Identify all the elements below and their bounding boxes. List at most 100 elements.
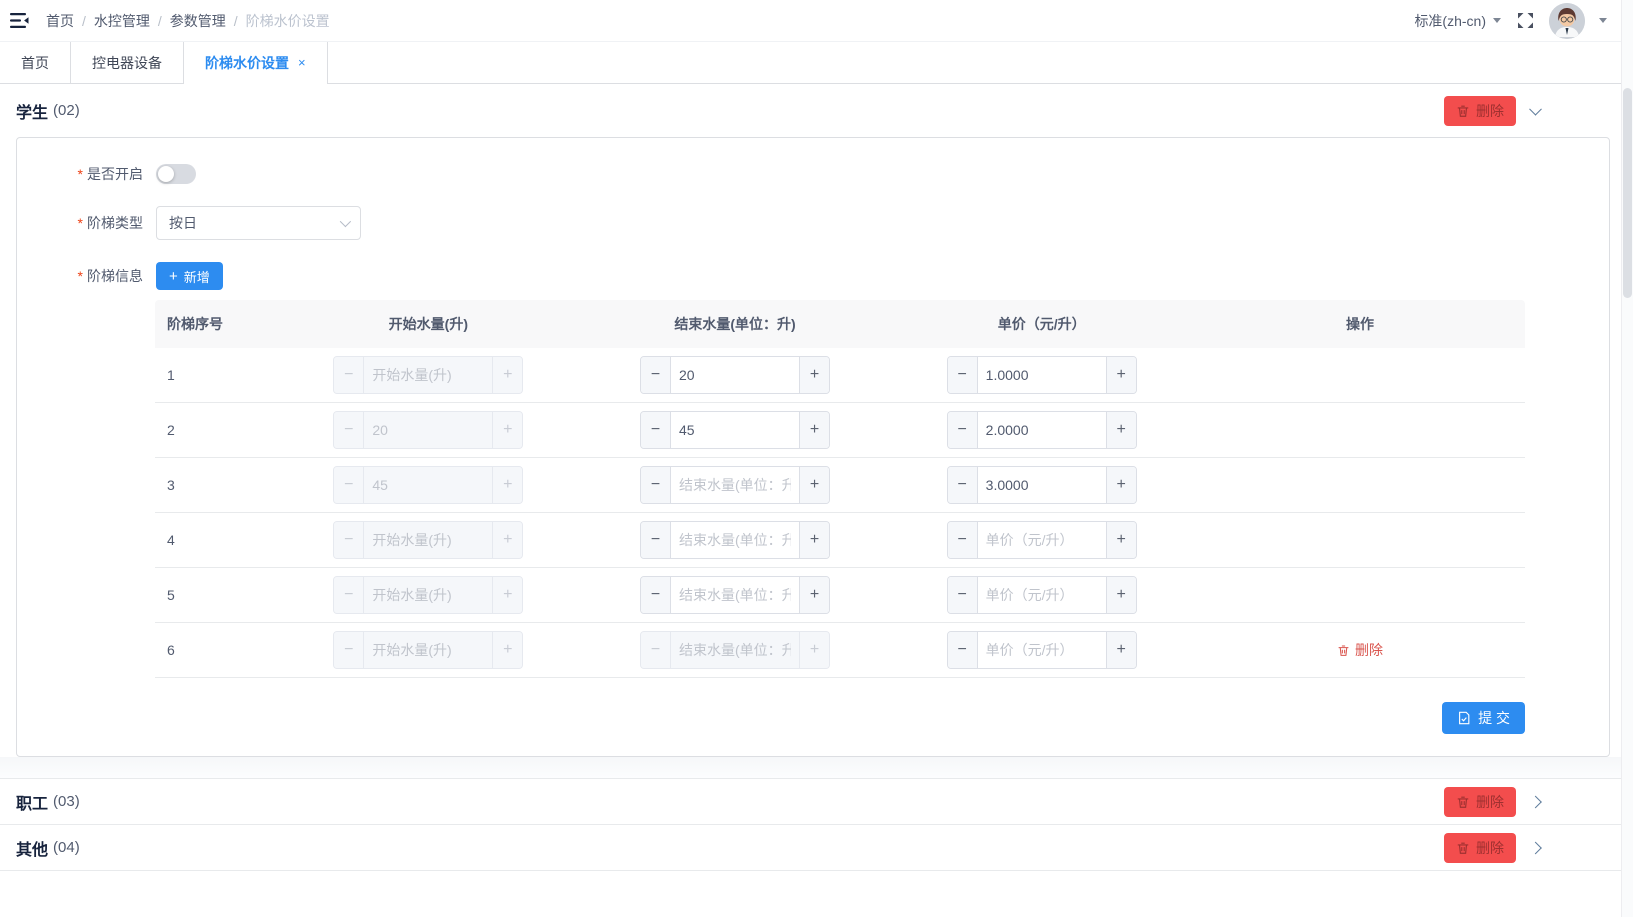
fullscreen-icon[interactable] [1515, 11, 1535, 31]
section-title: 职工 [16, 790, 48, 814]
stepper-start: − + [333, 576, 523, 614]
table-row: 1 − + − + − + [155, 348, 1525, 403]
decrement-button[interactable]: − [948, 632, 978, 668]
increment-button[interactable]: + [1106, 522, 1136, 558]
breadcrumb-water-control[interactable]: 水控管理 [94, 11, 150, 31]
increment-button[interactable]: + [1106, 632, 1136, 668]
increment-button[interactable]: + [799, 522, 829, 558]
add-tier-button[interactable]: + 新增 [156, 262, 223, 290]
decrement-button: − [334, 357, 364, 393]
unit-price-input[interactable] [978, 357, 1106, 393]
end-volume-input[interactable] [671, 577, 799, 613]
unit-price-input[interactable] [978, 632, 1106, 668]
decrement-button[interactable]: − [948, 357, 978, 393]
table-row: 2 − + − + − + [155, 403, 1525, 458]
increment-button[interactable]: + [1106, 412, 1136, 448]
scrollbar-thumb[interactable] [1623, 88, 1632, 298]
language-selector[interactable]: 标准(zh-cn) [1414, 11, 1501, 31]
enable-row: *是否开启 [17, 164, 1609, 184]
decrement-button[interactable]: − [641, 467, 671, 503]
start-volume-input [364, 632, 492, 668]
close-tab-icon[interactable]: × [298, 55, 306, 70]
increment-button: + [492, 357, 522, 393]
increment-button[interactable]: + [1106, 357, 1136, 393]
table-row: 5 − + − + − + [155, 568, 1525, 623]
increment-button: + [492, 467, 522, 503]
enable-toggle[interactable] [156, 164, 196, 184]
table-row: 3 − + − + − + [155, 458, 1525, 513]
account-menu-chevron-icon[interactable] [1599, 18, 1607, 23]
delete-section-button[interactable]: 删除 [1444, 96, 1516, 126]
unit-price-input[interactable] [978, 522, 1106, 558]
tab-tiered-water-price[interactable]: 阶梯水价设置 × [184, 42, 328, 83]
decrement-button[interactable]: − [948, 577, 978, 613]
breadcrumb-home[interactable]: 首页 [46, 11, 74, 31]
increment-button[interactable]: + [799, 467, 829, 503]
increment-button: + [492, 522, 522, 558]
end-volume-input[interactable] [671, 412, 799, 448]
stepper-end: − + [640, 521, 830, 559]
unit-price-input[interactable] [978, 577, 1106, 613]
increment-button[interactable]: + [799, 577, 829, 613]
row-seq: 3 [155, 477, 275, 493]
start-volume-input [364, 467, 492, 503]
end-volume-input[interactable] [671, 467, 799, 503]
increment-button[interactable]: + [799, 412, 829, 448]
decrement-button[interactable]: − [948, 467, 978, 503]
section-header-other[interactable]: 其他 (04) 删除 [0, 825, 1633, 871]
sidebar-collapse-icon[interactable] [10, 12, 30, 30]
collapse-chevron-down-icon[interactable] [1529, 102, 1542, 115]
expand-chevron-right-icon[interactable] [1529, 795, 1542, 808]
decrement-button: − [334, 577, 364, 613]
end-volume-input[interactable] [671, 357, 799, 393]
stepper-end: − + [640, 631, 830, 669]
tier-type-select[interactable]: 按日 [156, 206, 361, 240]
breadcrumb-parameter-mgmt[interactable]: 参数管理 [170, 11, 226, 31]
decrement-button[interactable]: − [641, 412, 671, 448]
unit-price-input[interactable] [978, 467, 1106, 503]
required-asterisk: * [78, 166, 83, 182]
row-seq: 2 [155, 422, 275, 438]
user-avatar[interactable] [1549, 3, 1585, 39]
decrement-button[interactable]: − [641, 522, 671, 558]
section-header-staff[interactable]: 职工 (03) 删除 [0, 779, 1633, 825]
stepper-start: − + [333, 356, 523, 394]
increment-button[interactable]: + [1106, 467, 1136, 503]
decrement-button[interactable]: − [948, 412, 978, 448]
decrement-button[interactable]: − [948, 522, 978, 558]
row-seq: 1 [155, 367, 275, 383]
decrement-button: − [334, 522, 364, 558]
decrement-button[interactable]: − [641, 357, 671, 393]
expand-chevron-right-icon[interactable] [1529, 841, 1542, 854]
tab-power-devices[interactable]: 控电器设备 [71, 42, 184, 83]
submit-button[interactable]: 提 交 [1442, 702, 1525, 734]
section-title: 其他 [16, 836, 48, 860]
breadcrumb-current: 阶梯水价设置 [246, 11, 330, 31]
stepper-end: − + [640, 466, 830, 504]
chevron-down-icon [340, 216, 351, 227]
start-volume-input [364, 522, 492, 558]
row-delete-link[interactable]: 删除 [1337, 640, 1383, 660]
stepper-price: − + [947, 466, 1137, 504]
section-header-student: 学生 (02) 删除 [0, 84, 1633, 137]
row-delete-label: 删除 [1355, 640, 1383, 660]
end-volume-input[interactable] [671, 522, 799, 558]
top-header-bar: 首页 / 水控管理 / 参数管理 / 阶梯水价设置 标准(zh-cn) [0, 0, 1633, 42]
col-header-price: 单价（元/升） [888, 314, 1195, 334]
delete-section-button[interactable]: 删除 [1444, 833, 1516, 863]
increment-button[interactable]: + [1106, 577, 1136, 613]
stepper-end: − + [640, 411, 830, 449]
tab-home[interactable]: 首页 [0, 42, 71, 83]
tier-type-row: *阶梯类型 按日 [17, 206, 1609, 240]
decrement-button[interactable]: − [641, 577, 671, 613]
vertical-scrollbar[interactable] [1621, 0, 1633, 917]
chevron-down-icon [1493, 18, 1501, 23]
stepper-start: − + [333, 631, 523, 669]
col-header-end: 结束水量(单位：升) [582, 314, 889, 334]
row-seq: 5 [155, 587, 275, 603]
delete-section-button[interactable]: 删除 [1444, 787, 1516, 817]
tier-table-body: 1 − + − + − + 2 − + − + [155, 348, 1525, 678]
increment-button[interactable]: + [799, 357, 829, 393]
required-asterisk: * [78, 215, 83, 231]
unit-price-input[interactable] [978, 412, 1106, 448]
